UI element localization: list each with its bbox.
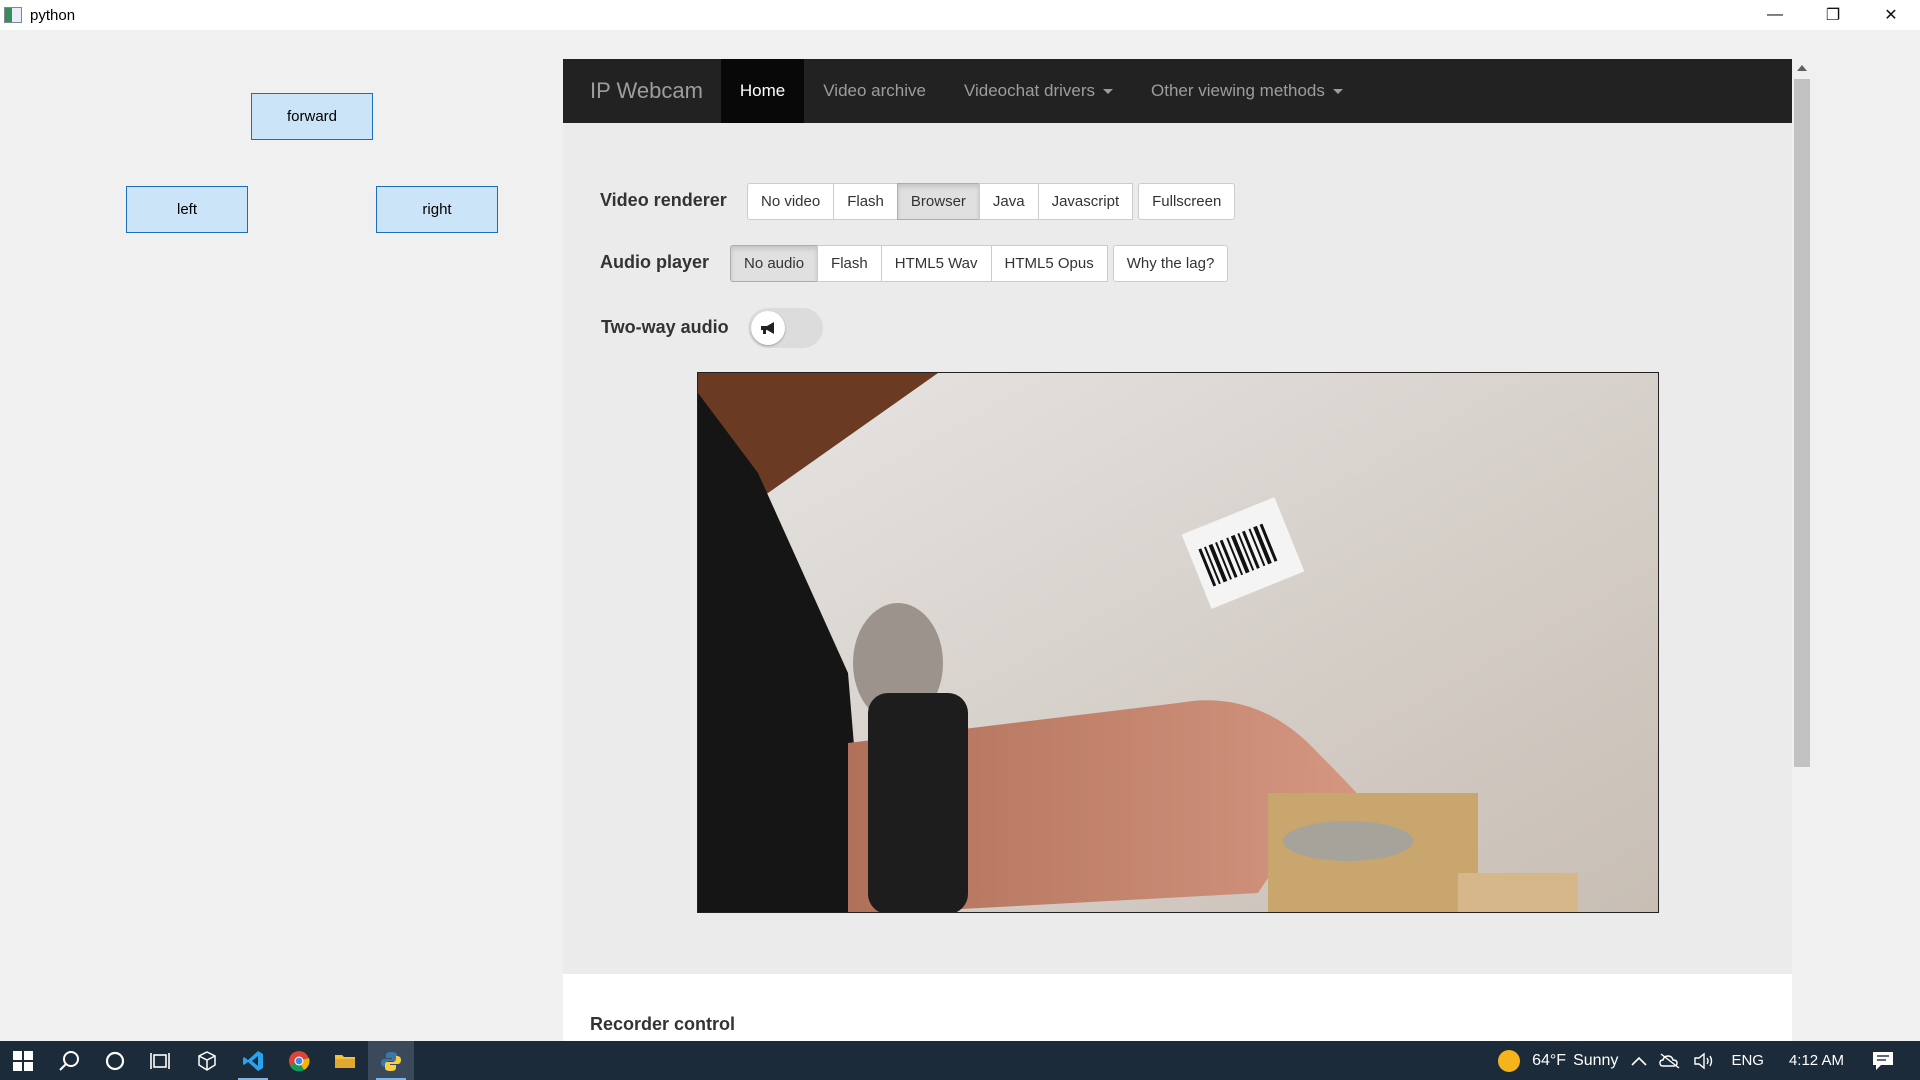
nav-other-viewing-methods-label: Other viewing methods	[1151, 81, 1325, 100]
nav-videochat-drivers[interactable]: Videochat drivers	[945, 59, 1132, 123]
chrome-button[interactable]	[276, 1041, 322, 1080]
folder-icon	[335, 1054, 355, 1068]
clock[interactable]: 4:12 AM	[1789, 1052, 1844, 1069]
audio-player-label: Audio player	[600, 252, 710, 272]
window-title: python	[30, 6, 76, 24]
close-button[interactable]: ✕	[1862, 0, 1920, 30]
renderer-no-video-button[interactable]: No video	[747, 183, 835, 220]
scroll-up-arrow-icon[interactable]	[1797, 65, 1807, 71]
megaphone-icon	[761, 322, 774, 334]
vscode-button[interactable]	[230, 1041, 276, 1080]
renderer-java-button[interactable]: Java	[978, 183, 1039, 220]
search-button[interactable]	[46, 1041, 92, 1080]
forward-button[interactable]: forward	[251, 93, 373, 140]
python-icon	[381, 1051, 401, 1071]
scroll-thumb[interactable]	[1794, 79, 1810, 767]
two-way-audio-label: Two-way audio	[601, 317, 729, 337]
python-app-icon	[4, 7, 22, 23]
windows-taskbar: 64°F Sunny ENG 4:12 AM	[0, 1041, 1920, 1080]
nav-other-viewing-methods[interactable]: Other viewing methods	[1132, 59, 1362, 123]
window-controls: — ❐ ✕	[1746, 0, 1920, 30]
system-tray: 64°F Sunny ENG 4:12 AM	[1497, 1041, 1920, 1080]
sun-weather-icon	[1498, 1049, 1521, 1072]
webview-scrollbar[interactable]	[1792, 59, 1812, 1041]
camera-frame-image	[698, 373, 1658, 912]
audio-player-group: No audio Flash HTML5 Wav HTML5 Opus Why …	[730, 245, 1229, 282]
video-renderer-label: Video renderer	[600, 190, 727, 210]
nav-video-archive[interactable]: Video archive	[804, 59, 945, 123]
notifications-icon[interactable]	[1872, 1051, 1894, 1071]
network-offline-icon[interactable]	[1659, 1052, 1681, 1069]
caret-down-icon	[1103, 88, 1114, 94]
nav-videochat-drivers-label: Videochat drivers	[963, 81, 1096, 100]
audio-html5-wav-button[interactable]: HTML5 Wav	[880, 245, 992, 282]
two-way-audio-toggle[interactable]	[748, 308, 823, 348]
task-view-button[interactable]	[138, 1041, 184, 1080]
renderer-javascript-button[interactable]: Javascript	[1037, 183, 1134, 220]
volume-icon[interactable]	[1693, 1052, 1715, 1070]
recorder-control-title: Recorder control	[590, 1014, 736, 1034]
recorder-panel: Recorder control	[563, 974, 1792, 1041]
nav-home[interactable]: Home	[720, 59, 805, 123]
search-icon	[59, 1050, 79, 1071]
webcam-webview: IP Webcam Home Video archive Videochat d…	[563, 59, 1792, 1041]
minimize-button[interactable]: —	[1746, 0, 1804, 30]
toggle-knob	[751, 311, 785, 345]
window-titlebar: python — ❐ ✕	[0, 0, 1920, 30]
chevron-up-icon[interactable]	[1631, 1055, 1648, 1067]
video-renderer-group: No video Flash Browser Java Javascript F…	[747, 183, 1236, 220]
audio-no-audio-button[interactable]: No audio	[730, 245, 819, 282]
file-explorer-button[interactable]	[322, 1041, 368, 1080]
fullscreen-button[interactable]: Fullscreen	[1138, 183, 1236, 220]
webcam-video-feed	[697, 372, 1659, 913]
brand-link[interactable]: IP Webcam	[563, 59, 721, 123]
3d-viewer-button[interactable]	[184, 1041, 230, 1080]
windows-logo-icon	[13, 1050, 33, 1071]
start-button[interactable]	[0, 1041, 46, 1080]
renderer-browser-button[interactable]: Browser	[896, 183, 980, 220]
renderer-flash-button[interactable]: Flash	[833, 183, 898, 220]
cube-icon	[198, 1050, 216, 1071]
why-the-lag-button[interactable]: Why the lag?	[1112, 245, 1229, 282]
weather-condition[interactable]: Sunny	[1573, 1052, 1618, 1070]
cortana-icon	[105, 1051, 125, 1070]
vscode-icon	[243, 1050, 263, 1071]
audio-flash-button[interactable]: Flash	[817, 245, 882, 282]
chrome-icon	[289, 1050, 310, 1071]
python-taskbar-button[interactable]	[368, 1041, 414, 1080]
task-view-icon	[150, 1052, 170, 1069]
caret-down-icon	[1332, 88, 1343, 94]
webcam-navbar: IP Webcam Home Video archive Videochat d…	[563, 59, 1792, 123]
restore-button[interactable]: ❐	[1804, 0, 1862, 30]
cortana-button[interactable]	[92, 1041, 138, 1080]
weather-temperature[interactable]: 64°F	[1532, 1052, 1566, 1070]
audio-html5-opus-button[interactable]: HTML5 Opus	[990, 245, 1108, 282]
right-button[interactable]: right	[376, 186, 498, 233]
language-indicator[interactable]: ENG	[1731, 1052, 1764, 1069]
left-button[interactable]: left	[126, 186, 248, 233]
